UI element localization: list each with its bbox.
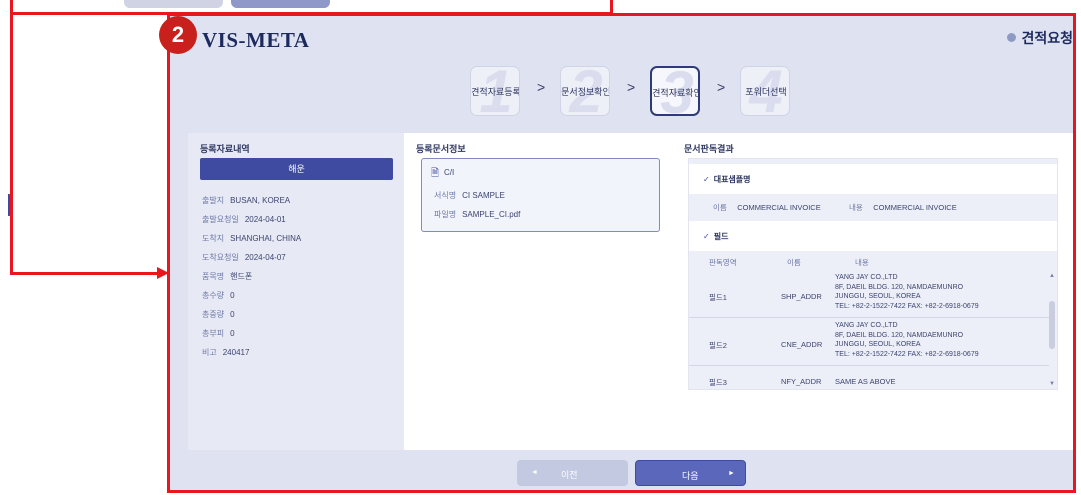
annotation-badge: 2 (159, 16, 197, 54)
annotation-arrow-line (10, 272, 158, 275)
annotation-frame (167, 13, 1076, 493)
annotation-line (10, 12, 13, 274)
